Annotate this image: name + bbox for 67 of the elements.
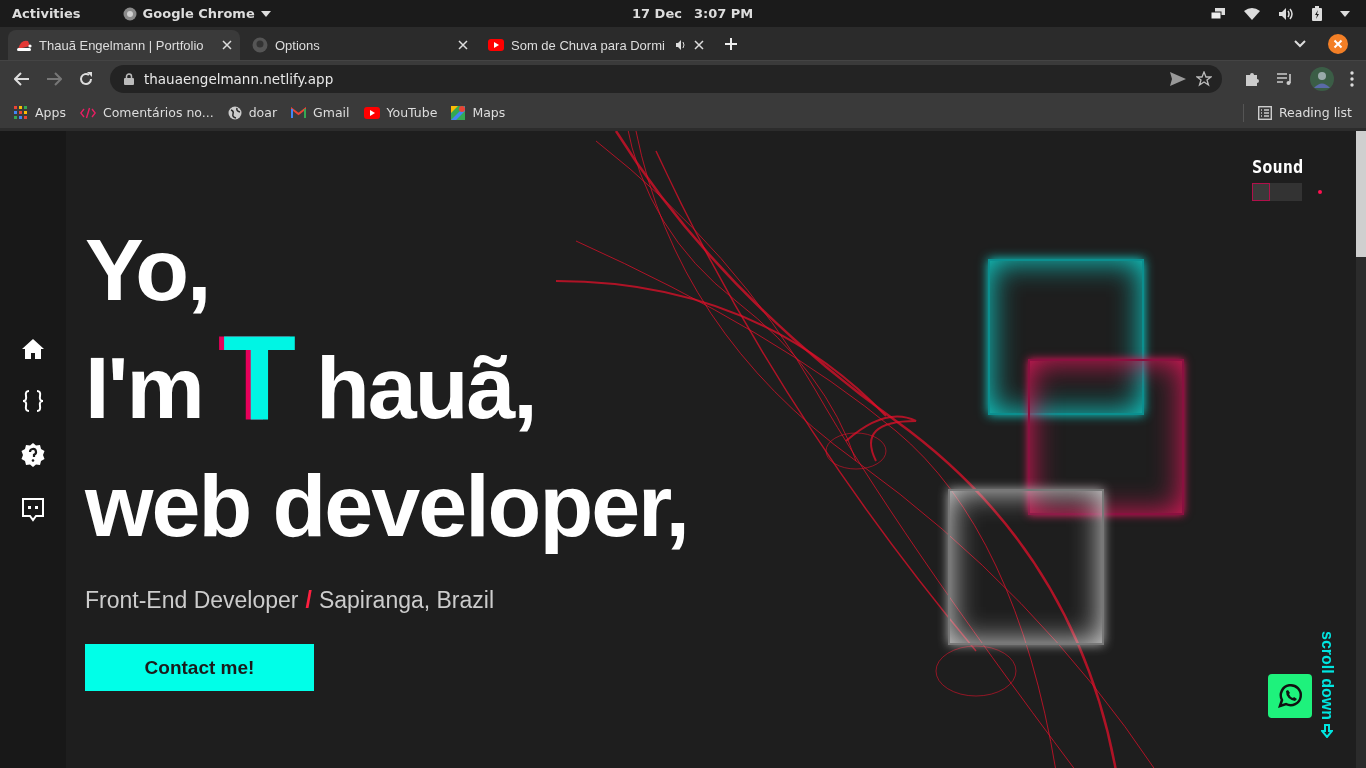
scroll-down-link[interactable]: scroll down [1318, 631, 1336, 720]
help-icon[interactable] [20, 441, 46, 468]
display-icon[interactable] [1210, 6, 1226, 21]
chat-icon[interactable] [22, 497, 44, 522]
speaker-icon[interactable] [675, 39, 687, 51]
playlist-icon[interactable] [1276, 72, 1294, 86]
list-icon [1257, 105, 1272, 120]
bookmark-link[interactable]: doar [227, 105, 278, 120]
puzzle-icon[interactable] [1244, 71, 1260, 87]
volume-icon[interactable] [1278, 6, 1294, 21]
avatar-icon[interactable] [1310, 67, 1334, 91]
arrow-down-icon [1321, 724, 1333, 738]
browser-tab[interactable]: Som de Chuva para Dormi [480, 30, 712, 60]
close-icon[interactable] [1328, 33, 1348, 54]
scrollbar-thumb[interactable] [1356, 131, 1366, 257]
status-dot [1318, 190, 1322, 194]
close-icon[interactable] [222, 40, 232, 50]
hero-heading: I'm [85, 337, 203, 439]
new-tab-icon[interactable] [724, 36, 738, 51]
browser-tab[interactable]: Thauã Engelmann | Portfolio [8, 30, 240, 60]
time-text: 3:07 PM [693, 6, 754, 21]
star-icon[interactable] [1196, 71, 1212, 87]
address-bar[interactable]: thauaengelmann.netlify.app [110, 65, 1222, 93]
hero-heading: Yo, [85, 219, 211, 321]
forward-icon[interactable] [46, 72, 62, 86]
hero-heading: web developer, [85, 455, 688, 557]
location-text: Sapiranga, Brazil [318, 587, 495, 614]
code-icon [79, 106, 96, 119]
youtube-icon [488, 39, 504, 51]
sound-label: Sound [1252, 157, 1305, 177]
close-icon[interactable] [458, 40, 468, 50]
bookmark-link[interactable]: Apps [14, 105, 66, 120]
highlight-letter: T [222, 323, 296, 433]
santa-hat-icon [16, 38, 32, 52]
browser-tab[interactable]: Options [244, 30, 476, 60]
separator-text: / [305, 587, 312, 614]
role-text: Front-End Developer [85, 587, 299, 614]
whatsapp-icon[interactable] [1268, 674, 1312, 718]
app-menu[interactable]: Google Chrome [142, 6, 255, 21]
bookmark-link[interactable]: Maps [451, 105, 506, 120]
lock-icon [124, 73, 134, 85]
contact-button[interactable]: Contact me! [85, 644, 314, 691]
home-icon[interactable] [21, 337, 45, 360]
reading-list-button[interactable]: Reading list [1257, 105, 1352, 120]
map-pin-icon [451, 105, 466, 120]
battery-icon[interactable] [1312, 6, 1322, 21]
bookmark-link[interactable]: Gmail [291, 105, 350, 120]
chevron-down-icon[interactable] [1294, 39, 1306, 48]
close-icon[interactable] [694, 40, 704, 50]
globe-icon [227, 105, 242, 120]
wifi-icon[interactable] [1244, 7, 1260, 20]
hero-heading: hauã, [315, 337, 536, 439]
reload-icon[interactable] [78, 71, 94, 87]
send-icon[interactable] [1170, 72, 1186, 86]
braces-icon[interactable] [21, 389, 45, 412]
more-icon[interactable] [1350, 71, 1354, 87]
back-icon[interactable] [14, 72, 30, 86]
dropdown-icon[interactable] [1340, 10, 1350, 17]
apps-grid-icon [14, 105, 28, 120]
date-text: 17 Dec [632, 6, 682, 21]
dropdown-icon [260, 10, 271, 17]
youtube-icon [363, 106, 380, 119]
activities-button[interactable]: Activities [12, 6, 81, 21]
gmail-icon [291, 106, 307, 119]
sound-toggle[interactable] [1252, 183, 1302, 201]
bookmark-link[interactable]: Comentários no... [79, 105, 214, 120]
bookmark-link[interactable]: YouTube [363, 105, 438, 120]
